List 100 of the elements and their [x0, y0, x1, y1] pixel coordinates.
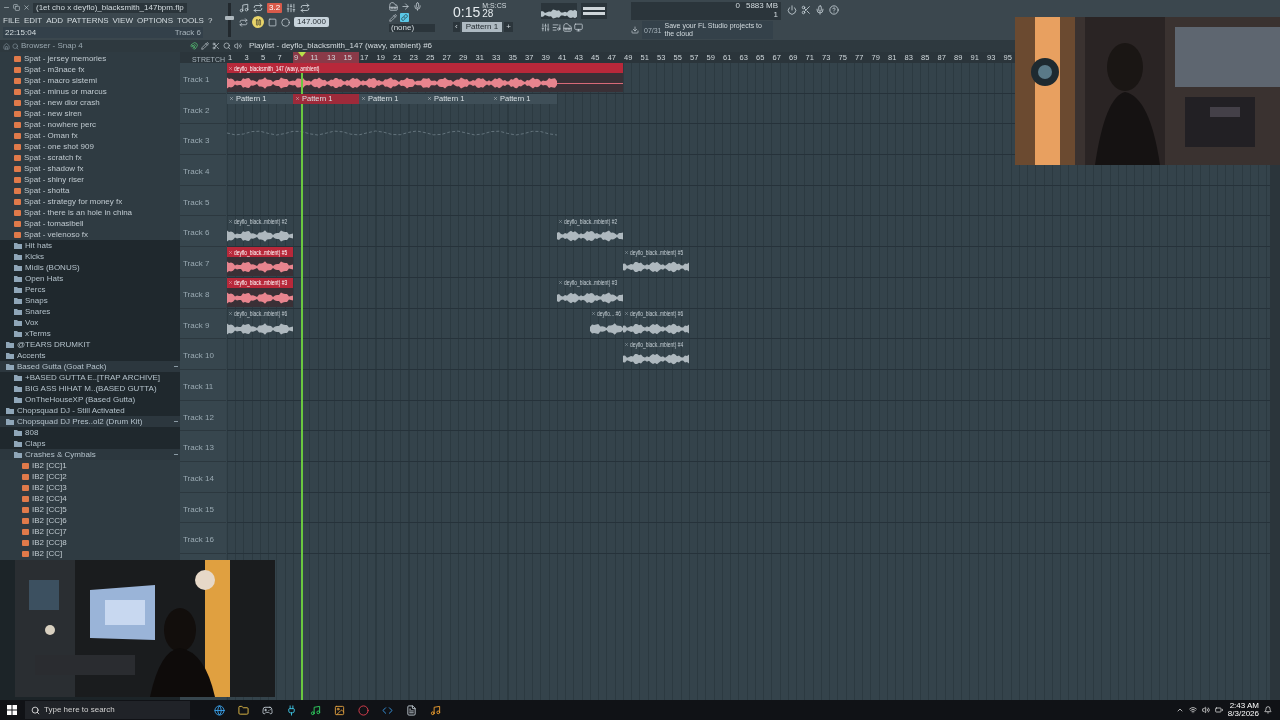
- folder-item[interactable]: Chopsquad DJ - Still Activated: [0, 405, 180, 416]
- speaker-icon[interactable]: [1201, 706, 1210, 714]
- sample-item[interactable]: IB2 [CC]7: [0, 526, 180, 537]
- sample-item[interactable]: Spat - m3nace fx: [0, 64, 180, 75]
- scissors-icon[interactable]: [212, 42, 220, 50]
- folder-item[interactable]: 808: [0, 427, 180, 438]
- help-icon[interactable]: [829, 5, 839, 15]
- sample-item[interactable]: Spat - strategy for money fx: [0, 196, 180, 207]
- repeat-icon[interactable]: [253, 3, 263, 13]
- folder-item[interactable]: Snares: [0, 306, 180, 317]
- sample-item[interactable]: IB2 [CC]6: [0, 515, 180, 526]
- clip-menu-icon[interactable]: [361, 96, 366, 102]
- sample-item[interactable]: Spat - macro sistemi: [0, 75, 180, 86]
- restore-icon[interactable]: [13, 4, 20, 11]
- sample-item[interactable]: IB2 [CC]: [0, 548, 180, 559]
- clip-menu-icon[interactable]: [228, 280, 233, 286]
- sample-item[interactable]: Spat - new siren: [0, 108, 180, 119]
- menu-item[interactable]: PATTERNS: [67, 16, 109, 25]
- menu-item[interactable]: EDIT: [23, 16, 43, 25]
- folder-item[interactable]: Midis (BONUS): [0, 262, 180, 273]
- image-icon[interactable]: [334, 704, 345, 716]
- sample-item[interactable]: Spat - new dior crash: [0, 97, 180, 108]
- menu-item[interactable]: VIEW: [112, 16, 133, 25]
- speaker-icon[interactable]: [234, 42, 242, 50]
- folder-item[interactable]: Claps: [0, 438, 180, 449]
- folder-item[interactable]: Vox: [0, 317, 180, 328]
- clip-menu-icon[interactable]: [591, 311, 596, 316]
- track-label[interactable]: Track 1: [183, 75, 210, 84]
- search-field[interactable]: Type here to search: [25, 701, 190, 719]
- microphone-icon[interactable]: [815, 5, 825, 15]
- clip-menu-icon[interactable]: [228, 249, 233, 255]
- search-icon[interactable]: [223, 42, 231, 50]
- clip-menu-icon[interactable]: [493, 96, 498, 102]
- track-label[interactable]: Track 5: [183, 197, 210, 207]
- circle-icon[interactable]: [358, 704, 369, 716]
- clip-menu-icon[interactable]: [295, 96, 300, 102]
- menu-item[interactable]: ADD: [46, 16, 64, 25]
- clip-menu-icon[interactable]: [228, 311, 233, 316]
- scrollbar[interactable]: [1270, 165, 1280, 700]
- power-icon[interactable]: [787, 5, 797, 15]
- sample-item[interactable]: Spat - Oman fx: [0, 130, 180, 141]
- clip-menu-icon[interactable]: [624, 341, 629, 347]
- link-button[interactable]: [400, 13, 409, 22]
- master-volume-slider[interactable]: [228, 3, 231, 37]
- music-note-icon[interactable]: [430, 704, 441, 716]
- track-label[interactable]: Track 4: [183, 167, 210, 177]
- count-in-button[interactable]: 3.2: [267, 3, 283, 13]
- snap-selector[interactable]: (none): [389, 24, 435, 32]
- clip-menu-icon[interactable]: [228, 218, 233, 224]
- clip-menu-icon[interactable]: [558, 280, 563, 286]
- track-label[interactable]: Track 11: [183, 381, 214, 391]
- menu-item[interactable]: TOOLS: [177, 16, 204, 25]
- close-icon[interactable]: [23, 4, 30, 11]
- sample-item[interactable]: Spat - velenoso fx: [0, 229, 180, 240]
- folder-item[interactable]: OnTheHouseXP (Based Gutta): [0, 394, 180, 405]
- piano-icon[interactable]: [563, 23, 572, 32]
- sample-item[interactable]: Spat - shadow fx: [0, 163, 180, 174]
- home-icon[interactable]: [3, 42, 10, 50]
- wifi-icon[interactable]: [1188, 706, 1197, 714]
- sample-item[interactable]: Spat - minus or marcus: [0, 86, 180, 97]
- sample-item[interactable]: Spat - scratch fx: [0, 152, 180, 163]
- music-note-icon[interactable]: [239, 3, 249, 13]
- magnet-icon[interactable]: [190, 42, 198, 50]
- clip-menu-icon[interactable]: [624, 311, 629, 316]
- list-icon[interactable]: [552, 23, 561, 32]
- folder-item[interactable]: Open Hats: [0, 273, 180, 284]
- folder-item[interactable]: Crashes & Cymbals: [0, 449, 180, 460]
- slider-thumb[interactable]: [225, 16, 234, 21]
- arrow-icon[interactable]: [401, 2, 410, 11]
- track-label[interactable]: Track 10: [183, 351, 214, 361]
- clip-menu-icon[interactable]: [624, 249, 629, 255]
- repeat-icon[interactable]: [300, 3, 311, 13]
- folder-item[interactable]: Kicks: [0, 251, 180, 262]
- tempo-field[interactable]: 147.000: [294, 17, 329, 27]
- chevron-up-icon[interactable]: [1175, 706, 1184, 714]
- track-label[interactable]: Track 16: [183, 535, 214, 545]
- folder-item[interactable]: +BASED GUTTA E..[TRAP ARCHIVE]: [0, 372, 180, 383]
- menu-item[interactable]: ?: [207, 16, 213, 25]
- folder-item[interactable]: Snaps: [0, 295, 180, 306]
- pattern-selector[interactable]: Pattern 1: [461, 22, 503, 32]
- search-icon[interactable]: [12, 42, 19, 50]
- track-label[interactable]: Track 3: [183, 136, 210, 146]
- music-note-icon[interactable]: [310, 704, 321, 716]
- folder-item[interactable]: Accents: [0, 350, 180, 361]
- sample-item[interactable]: Spat - there is an hole in china: [0, 207, 180, 218]
- clip-menu-icon[interactable]: [558, 218, 563, 224]
- menu-item[interactable]: FILE: [3, 16, 20, 25]
- sample-item[interactable]: Spat - jersey memories: [0, 53, 180, 64]
- code-icon[interactable]: [382, 704, 393, 716]
- pattern-prev-button[interactable]: ‹: [453, 22, 460, 32]
- sample-item[interactable]: IB2 [CC]5: [0, 504, 180, 515]
- sample-item[interactable]: Spat - one shot 909: [0, 141, 180, 152]
- pattern-add-button[interactable]: +: [504, 22, 513, 32]
- clip-menu-icon[interactable]: [427, 96, 432, 102]
- folder-icon[interactable]: [238, 704, 249, 716]
- sample-item[interactable]: IB2 [CC]2: [0, 471, 180, 482]
- download-icon[interactable]: [631, 26, 639, 34]
- globe-icon[interactable]: [214, 704, 225, 716]
- play-button[interactable]: [252, 16, 264, 28]
- folder-item[interactable]: BIG ASS HIHAT M..(BASED GUTTA): [0, 383, 180, 394]
